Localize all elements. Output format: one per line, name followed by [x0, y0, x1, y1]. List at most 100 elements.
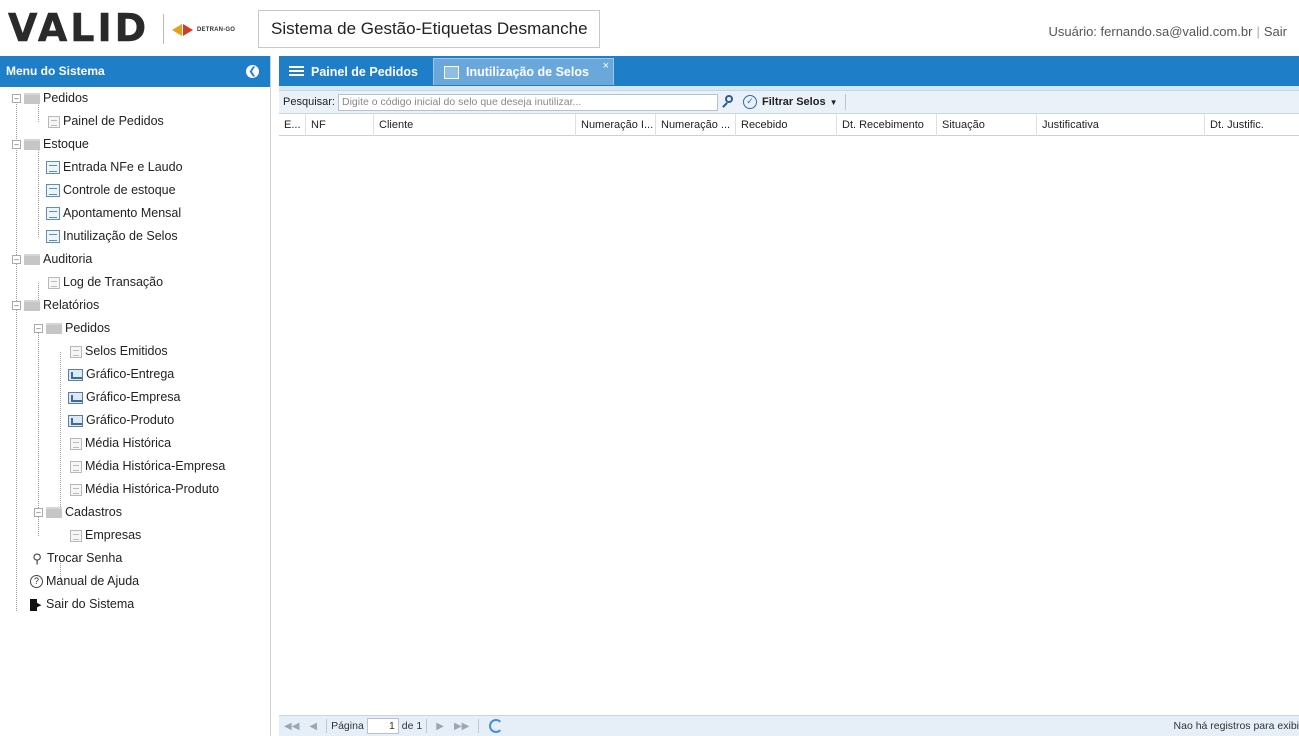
valid-logo: VALID	[8, 6, 150, 50]
detran-arrows-icon	[172, 23, 194, 37]
search-input[interactable]	[337, 93, 718, 111]
collapse-toggle-icon[interactable]: –	[34, 324, 43, 333]
column-header[interactable]: Cliente	[374, 114, 576, 136]
menu-item-label: Pedidos	[43, 91, 89, 105]
column-header[interactable]: NF	[306, 114, 374, 136]
user-area: Usuário: fernando.sa@valid.com.br | Sair	[1049, 24, 1287, 39]
app-header: VALID DETRAN-GO Sistema de Gestão-Etique…	[0, 0, 1299, 56]
menu-item-painel-pedidos[interactable]: Painel de Pedidos	[48, 110, 164, 133]
column-header[interactable]: Numeração I...	[576, 114, 656, 136]
menu-item-label: Manual de Ajuda	[46, 574, 140, 588]
collapse-toggle-icon[interactable]: –	[12, 140, 21, 149]
menu-item-empresas[interactable]: Empresas	[70, 524, 141, 547]
list-icon	[289, 65, 304, 78]
menu-item-label: Média Histórica-Produto	[85, 482, 220, 496]
column-header[interactable]: Recebido	[736, 114, 837, 136]
collapse-toggle-icon[interactable]: –	[34, 508, 43, 517]
user-label: Usuário: fernando.sa@valid.com.br	[1048, 24, 1253, 39]
chart-icon	[68, 368, 83, 381]
grid-body	[279, 141, 1299, 715]
document-icon	[48, 115, 60, 128]
next-page-icon[interactable]: ▶	[436, 721, 444, 732]
menu-item-estoque[interactable]: – Estoque	[12, 133, 89, 156]
sidebar-title: Menu do Sistema	[6, 64, 105, 78]
tab-label: Painel de Pedidos	[311, 64, 418, 79]
folder-icon	[24, 300, 40, 311]
menu-item-manual-ajuda[interactable]: ? Manual de Ajuda	[30, 570, 139, 593]
search-icon[interactable]	[721, 94, 737, 110]
form-icon	[46, 161, 60, 174]
column-header[interactable]: Numeração ...	[656, 114, 736, 136]
menu-item-label: Relatórios	[43, 298, 100, 312]
pagination-bar: ◀◀ ◀ Página 1 de 1 ▶ ▶▶ Nao há registros…	[279, 715, 1299, 736]
pager-separator	[478, 719, 480, 733]
chevron-left-icon[interactable]: ❮	[246, 65, 259, 78]
collapse-toggle-icon[interactable]: –	[12, 94, 21, 103]
menu-item-log-transacao[interactable]: Log de Transação	[48, 271, 163, 294]
page-number-input[interactable]: 1	[366, 718, 399, 734]
tab-inutilizacao-selos[interactable]: Inutilização de Selos ×	[433, 58, 614, 85]
column-header[interactable]: E...	[279, 114, 306, 136]
last-page-icon[interactable]: ▶▶	[454, 721, 469, 732]
collapse-toggle-icon[interactable]: –	[12, 301, 21, 310]
exit-icon: ▸	[30, 598, 43, 612]
menu-item-label: Trocar Senha	[47, 551, 123, 565]
close-icon[interactable]: ×	[603, 53, 609, 79]
user-separator: |	[1256, 24, 1260, 39]
menu-item-selos-emitidos[interactable]: Selos Emitidos	[70, 340, 168, 363]
document-icon	[70, 345, 82, 358]
menu-item-label: Gráfico-Entrega	[86, 367, 175, 381]
folder-icon	[24, 139, 40, 150]
menu-item-label: Gráfico-Produto	[86, 413, 175, 427]
column-header[interactable]: Dt. Recebimento	[837, 114, 937, 136]
folder-icon	[24, 254, 40, 265]
sidebar: Menu do Sistema ❮ – Pedidos Painel de Pe…	[0, 56, 271, 736]
menu-item-media-historica-empresa[interactable]: Média Histórica-Empresa	[70, 455, 225, 478]
refresh-icon[interactable]	[489, 719, 504, 733]
first-page-icon[interactable]: ◀◀	[284, 721, 299, 732]
menu-item-label: Auditoria	[43, 252, 93, 266]
menu-item-apontamento[interactable]: Apontamento Mensal	[46, 202, 181, 225]
tree-line	[60, 352, 61, 513]
tab-label: Inutilização de Selos	[466, 65, 589, 79]
menu-item-label: Cadastros	[65, 505, 122, 519]
menu-item-cadastros[interactable]: – Cadastros	[34, 501, 122, 524]
tree-line	[16, 99, 17, 611]
menu-item-label: Apontamento Mensal	[63, 206, 182, 220]
menu-item-media-historica[interactable]: Média Histórica	[70, 432, 171, 455]
menu-item-controle-estoque[interactable]: Controle de estoque	[46, 179, 176, 202]
menu-item-grafico-produto[interactable]: Gráfico-Produto	[68, 409, 174, 432]
column-header[interactable]: Justificativa	[1037, 114, 1205, 136]
help-icon: ?	[30, 575, 43, 588]
menu-item-trocar-senha[interactable]: ⚲ Trocar Senha	[30, 547, 122, 570]
menu-item-grafico-empresa[interactable]: Gráfico-Empresa	[68, 386, 180, 409]
menu-item-label: Painel de Pedidos	[63, 114, 164, 128]
tab-painel-pedidos[interactable]: Painel de Pedidos	[279, 58, 431, 85]
menu-item-relatorios-pedidos[interactable]: – Pedidos	[34, 317, 110, 340]
menu-item-media-historica-produto[interactable]: Média Histórica-Produto	[70, 478, 219, 501]
filter-label: Filtrar Selos	[761, 96, 826, 108]
menu-item-sair-sistema[interactable]: ▸ Sair do Sistema	[30, 593, 134, 616]
collapse-toggle-icon[interactable]: –	[12, 255, 21, 264]
menu-item-inutilizacao[interactable]: Inutilização de Selos	[46, 225, 178, 248]
filter-selos-button[interactable]: ✓ Filtrar Selos ▼	[742, 95, 838, 109]
column-header[interactable]: Dt. Justific.	[1205, 114, 1299, 136]
menu-item-relatorios[interactable]: – Relatórios	[12, 294, 99, 317]
chart-icon	[68, 391, 83, 404]
column-header[interactable]: Situação	[937, 114, 1037, 136]
logout-link[interactable]: Sair	[1264, 24, 1287, 39]
document-icon	[70, 529, 82, 542]
caret-down-icon: ▼	[829, 97, 838, 107]
menu-item-pedidos[interactable]: – Pedidos	[12, 87, 88, 110]
sidebar-header: Menu do Sistema ❮	[0, 56, 270, 87]
key-icon: ⚲	[32, 550, 42, 566]
grid-header: E... NF Cliente Numeração I... Numeração…	[279, 114, 1299, 136]
menu-item-entrada-nfe[interactable]: Entrada NFe e Laudo	[46, 156, 183, 179]
prev-page-icon[interactable]: ◀	[309, 721, 317, 732]
detran-logo-text: DETRAN-GO	[197, 27, 236, 33]
logo-divider	[163, 14, 164, 44]
menu-item-auditoria[interactable]: – Auditoria	[12, 248, 92, 271]
app-title: Sistema de Gestão-Etiquetas Desmanche	[258, 10, 600, 48]
menu-item-label: Sair do Sistema	[46, 597, 135, 611]
menu-item-grafico-entrega[interactable]: Gráfico-Entrega	[68, 363, 174, 386]
